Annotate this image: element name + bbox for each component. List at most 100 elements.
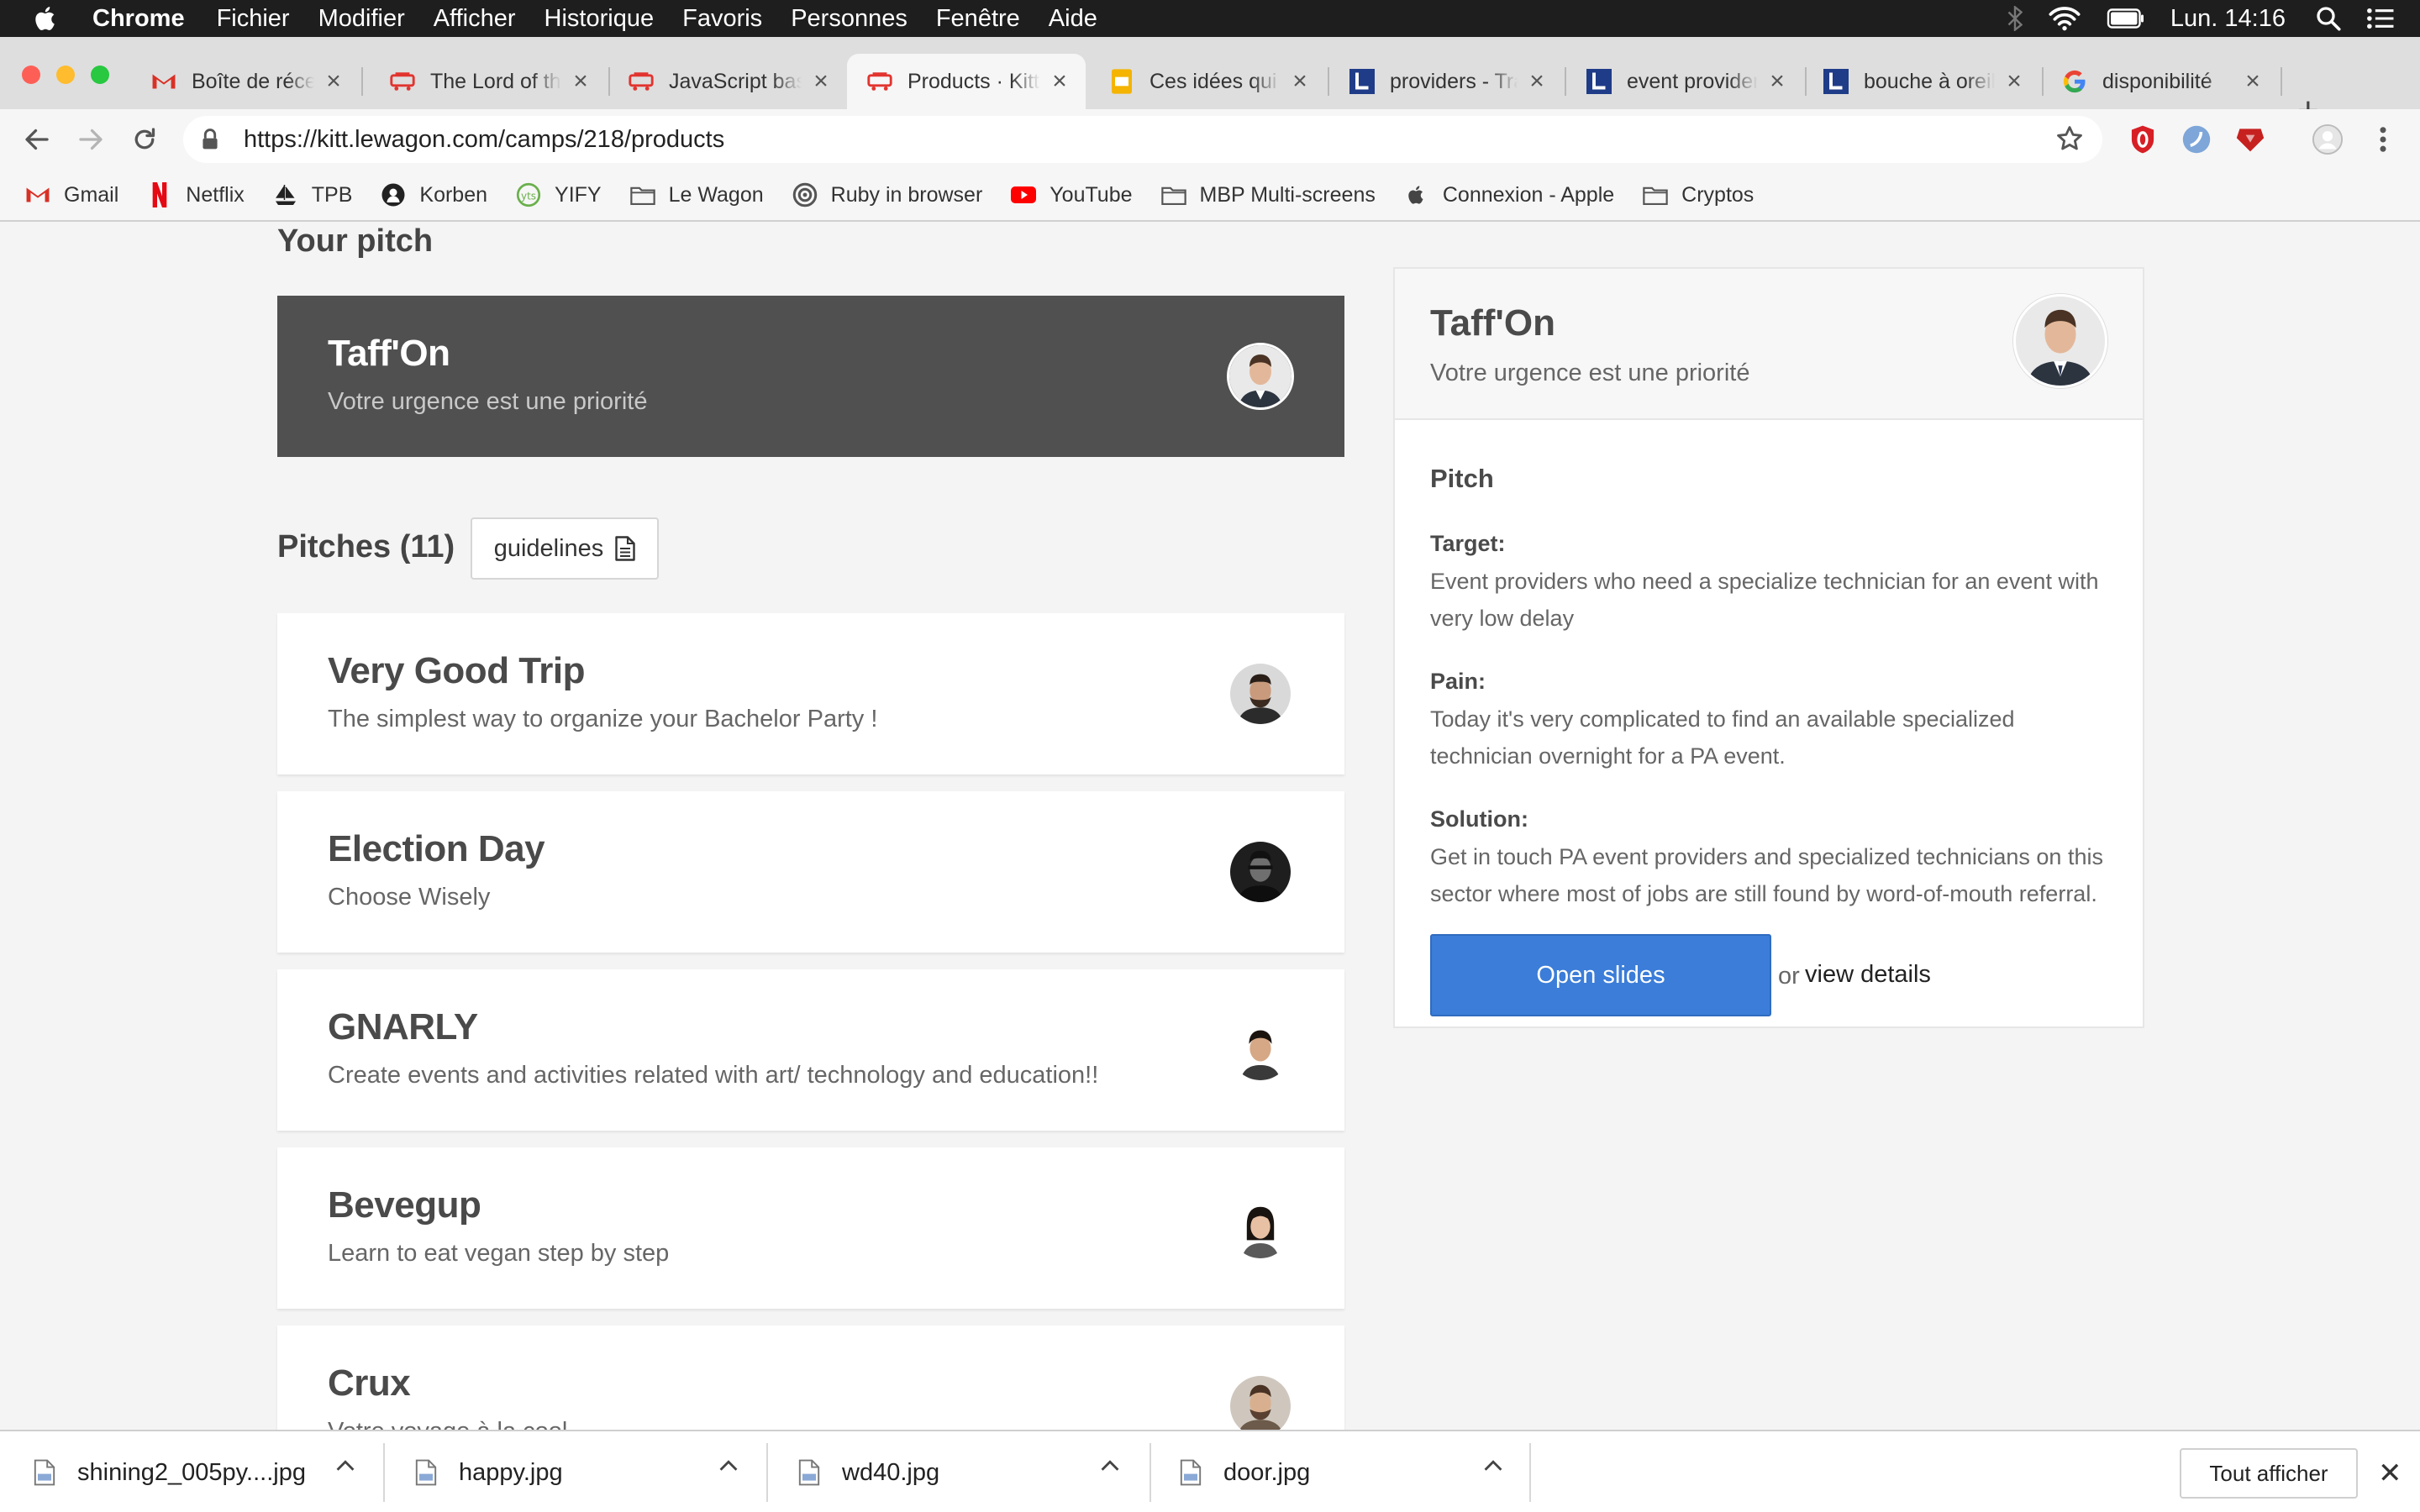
- bluetooth-icon[interactable]: [2007, 6, 2023, 31]
- bookmark-label: Le Wagon: [668, 182, 764, 207]
- pitch-card-election-day[interactable]: Election Day Choose Wisely: [277, 791, 1344, 953]
- bookmark-connexion-apple[interactable]: Connexion - Apple: [1404, 182, 1614, 207]
- guidelines-button[interactable]: guidelines: [471, 517, 659, 580]
- notification-center-icon[interactable]: [2366, 7, 2395, 30]
- chevron-up-icon[interactable]: [336, 1460, 355, 1472]
- open-slides-button[interactable]: Open slides: [1430, 934, 1771, 1016]
- show-all-downloads-button[interactable]: Tout afficher: [2180, 1448, 2358, 1499]
- tab-title: disponibilité: [2102, 69, 2212, 93]
- tab-close-icon[interactable]: ×: [323, 67, 345, 96]
- bookmark-mbp-multi-screens[interactable]: MBP Multi-screens: [1160, 182, 1376, 207]
- red-extension-icon[interactable]: [2233, 123, 2267, 156]
- bookmark-korben[interactable]: Korben: [381, 182, 487, 207]
- menubar-clock[interactable]: Lun. 14:16: [2170, 5, 2286, 33]
- tab-disponibilite[interactable]: disponibilité ×: [2042, 54, 2279, 109]
- tab-close-icon[interactable]: ×: [1766, 67, 1788, 96]
- back-arrow-icon[interactable]: [18, 121, 55, 158]
- detail-header: Taff'On Votre urgence est une priorité: [1395, 269, 2143, 420]
- avatar: [1227, 343, 1294, 410]
- window-zoom-button[interactable]: [91, 66, 109, 84]
- pitches-heading: Pitches (11): [277, 529, 455, 564]
- image-file-icon: [34, 1459, 55, 1486]
- menu-afficher[interactable]: Afficher: [434, 5, 516, 33]
- tab-providers[interactable]: providers - Traduction ×: [1329, 54, 1563, 109]
- tab-close-icon[interactable]: ×: [2003, 67, 2025, 96]
- pitch-card-very-good-trip[interactable]: Very Good Trip The simplest way to organ…: [277, 613, 1344, 774]
- tab-close-icon[interactable]: ×: [1049, 67, 1071, 96]
- bookmark-gmail[interactable]: Gmail: [25, 182, 118, 207]
- target-label: Target:: [1430, 531, 1506, 556]
- bookmark-le-wagon[interactable]: Le Wagon: [629, 182, 764, 207]
- linguee-icon: [1349, 69, 1375, 94]
- netflix-icon: [147, 182, 172, 207]
- bookmark-tpb[interactable]: TPB: [273, 182, 352, 207]
- profile-avatar-icon[interactable]: [2311, 123, 2344, 156]
- lock-icon[interactable]: [202, 127, 224, 152]
- my-pitch-card[interactable]: Taff'On Votre urgence est une priorité: [277, 296, 1344, 457]
- tab-close-icon[interactable]: ×: [1526, 67, 1548, 96]
- tab-close-icon[interactable]: ×: [2242, 67, 2264, 96]
- tab-lord-of-the-rings[interactable]: The Lord of the Rings ×: [370, 54, 607, 109]
- menu-favoris[interactable]: Favoris: [682, 5, 762, 33]
- pitch-card-crux[interactable]: Crux Votre voyage à la cool: [277, 1326, 1344, 1430]
- bookmark-ruby-in-browser[interactable]: Ruby in browser: [792, 182, 983, 207]
- menu-aide[interactable]: Aide: [1049, 5, 1097, 33]
- pitch-card-bevegup[interactable]: Bevegup Learn to eat vegan step by step: [277, 1147, 1344, 1309]
- detail-avatar: [2013, 294, 2107, 388]
- apple-menu-icon[interactable]: [32, 4, 60, 33]
- window-close-button[interactable]: [22, 66, 40, 84]
- tab-gmail[interactable]: Boîte de réception ×: [131, 54, 360, 109]
- reload-icon[interactable]: [126, 121, 163, 158]
- bookmark-yify[interactable]: yts YIFY: [516, 182, 602, 207]
- download-item[interactable]: door.jpg: [1180, 1431, 1516, 1512]
- tab-title: Boîte de réception: [192, 69, 314, 93]
- tab-bouche-a-oreille[interactable]: bouche à oreille ×: [1803, 54, 2040, 109]
- chevron-up-icon[interactable]: [719, 1460, 738, 1472]
- tab-close-icon[interactable]: ×: [1289, 67, 1311, 96]
- pain-label: Pain:: [1430, 669, 1486, 694]
- spotlight-search-icon[interactable]: [2316, 6, 2341, 31]
- pitch-subtitle: Votre urgence est une priorité: [328, 388, 648, 415]
- bookmark-star-icon[interactable]: [2055, 124, 2084, 157]
- battery-icon[interactable]: [2107, 8, 2145, 29]
- menu-modifier[interactable]: Modifier: [318, 5, 405, 33]
- bookmark-youtube[interactable]: YouTube: [1011, 182, 1133, 207]
- download-item[interactable]: happy.jpg: [415, 1431, 751, 1512]
- chevron-up-icon[interactable]: [1484, 1460, 1502, 1472]
- download-item[interactable]: wd40.jpg: [798, 1431, 1134, 1512]
- chrome-menu-icon[interactable]: [2366, 123, 2400, 156]
- pitch-title: Election Day: [328, 828, 545, 869]
- forward-arrow-icon[interactable]: [72, 121, 109, 158]
- menu-app-name[interactable]: Chrome: [92, 5, 185, 33]
- tab-ces-idees[interactable]: Ces idées qui ×: [1089, 54, 1326, 109]
- chevron-up-icon[interactable]: [1101, 1460, 1119, 1472]
- bookmark-label: YIFY: [555, 182, 602, 207]
- tab-close-icon[interactable]: ×: [810, 67, 832, 96]
- window-minimize-button[interactable]: [56, 66, 75, 84]
- menu-historique[interactable]: Historique: [544, 5, 655, 33]
- tab-javascript-basics[interactable]: JavaScript basics ×: [608, 54, 847, 109]
- tab-event-providers[interactable]: event providers ×: [1566, 54, 1803, 109]
- bookmark-cryptos[interactable]: Cryptos: [1643, 182, 1754, 207]
- bookmark-netflix[interactable]: Netflix: [147, 182, 245, 207]
- address-bar[interactable]: https://kitt.lewagon.com/camps/218/produ…: [183, 116, 2102, 163]
- download-separator: [1529, 1443, 1531, 1502]
- close-downloads-icon[interactable]: ✕: [2378, 1457, 2402, 1490]
- view-details-link[interactable]: view details: [1805, 961, 1931, 989]
- menu-fichier[interactable]: Fichier: [217, 5, 290, 33]
- address-bar-url[interactable]: https://kitt.lewagon.com/camps/218/produ…: [244, 126, 724, 154]
- lewagon-icon: [867, 69, 892, 94]
- pitch-card-gnarly[interactable]: GNARLY Create events and activities rela…: [277, 969, 1344, 1131]
- menu-fenetre[interactable]: Fenêtre: [936, 5, 1020, 33]
- download-item[interactable]: shining2_005py....jpg: [34, 1431, 370, 1512]
- tab-products-kitt[interactable]: Products · Kitt ×: [847, 54, 1086, 109]
- bookmark-label: Ruby in browser: [830, 182, 983, 207]
- avatar: [1230, 1198, 1291, 1258]
- download-filename: door.jpg: [1223, 1458, 1311, 1486]
- blue-orb-extension-icon[interactable]: [2180, 123, 2213, 156]
- tab-close-icon[interactable]: ×: [570, 67, 592, 96]
- slides-icon: [1109, 69, 1134, 94]
- wifi-icon[interactable]: [2048, 6, 2081, 31]
- menu-personnes[interactable]: Personnes: [791, 5, 908, 33]
- opera-shield-extension-icon[interactable]: [2126, 123, 2160, 156]
